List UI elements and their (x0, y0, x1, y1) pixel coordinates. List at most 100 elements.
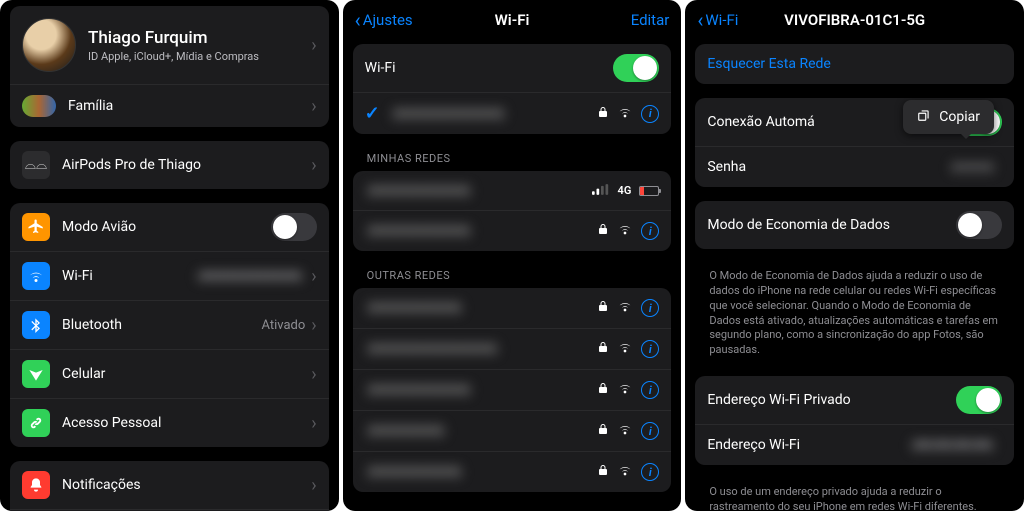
bluetooth-label: Bluetooth (62, 317, 261, 333)
family-row[interactable]: Família › (10, 85, 329, 127)
back-label: Ajustes (363, 11, 413, 29)
cellular-row[interactable]: Celular › (10, 350, 329, 399)
family-label: Família (68, 98, 311, 114)
chevron-right-icon: › (311, 475, 316, 496)
low-data-toggle[interactable] (956, 211, 1002, 239)
low-data-label: Modo de Economia de Dados (707, 217, 956, 233)
password-value: •••••••• (949, 160, 996, 175)
airplane-label: Modo Avião (62, 219, 271, 235)
airplane-toggle[interactable] (271, 213, 317, 241)
info-button[interactable]: i (641, 340, 659, 358)
forget-network-row[interactable]: Esquecer Esta Rede (695, 44, 1014, 84)
info-button[interactable]: i (641, 105, 659, 123)
back-button[interactable]: ‹ Wi-Fi (697, 8, 738, 32)
wifi-toggle-label: Wi-Fi (365, 60, 614, 76)
page-title: Wi-Fi (495, 11, 530, 29)
chevron-right-icon: › (311, 266, 316, 287)
other-network-row[interactable]: XXXXXXXX i (353, 411, 672, 452)
wifi-address-row[interactable]: Endereço Wi-Fi XX:XX:XX:XX (695, 425, 1014, 465)
wifi-signal-icon (617, 221, 633, 241)
hotspot-row[interactable]: Acesso Pessoal › (10, 399, 329, 447)
network-ssid: XXXXXXXXXX (365, 464, 465, 480)
low-data-footer: O Modo de Economia de Dados ajuda a redu… (695, 263, 1014, 362)
other-network-row[interactable]: XXXXXXXXXX i (353, 288, 672, 329)
network-ssid: XXXXXXXXXX (365, 300, 465, 316)
settings-pane: Thiago Furquim ID Apple, iCloud+, Mídia … (0, 0, 339, 511)
battery-low-icon (639, 186, 659, 196)
my-network-row[interactable]: XXXXXXXXXXX i (353, 211, 672, 251)
cellular-icon (22, 360, 50, 388)
signal-bars-icon (592, 183, 610, 199)
low-data-row: Modo de Economia de Dados (695, 201, 1014, 249)
copy-icon (917, 108, 931, 126)
private-address-row: Endereço Wi-Fi Privado (695, 376, 1014, 425)
back-button[interactable]: ‹ Ajustes (355, 8, 413, 32)
network-ssid: XXXXXXXXXXX (365, 223, 474, 239)
wifi-signal-icon (617, 462, 633, 482)
wifi-pane: ‹ Ajustes Wi-Fi Editar Wi-Fi ✓ XXXXXXXXX… (343, 0, 682, 511)
other-network-row[interactable]: XXXXXXXXXXXXXX i (353, 329, 672, 370)
bell-icon (22, 471, 50, 499)
my-networks-header: MINHAS REDES (353, 148, 672, 171)
navbar: ‹ Ajustes Wi-Fi Editar (343, 0, 682, 38)
wifi-scroll[interactable]: Wi-Fi ✓ XXXXXXXXXXXX i MINHAS REDES XXXX… (343, 38, 682, 511)
my-network-row[interactable]: XXXXXXXXXXX 4G (353, 171, 672, 211)
settings-scroll[interactable]: Thiago Furquim ID Apple, iCloud+, Mídia … (0, 0, 339, 511)
connected-network-row[interactable]: ✓ XXXXXXXXXXXX i (353, 93, 672, 134)
checkmark-icon: ✓ (365, 103, 380, 124)
airplane-mode-row[interactable]: Modo Avião (10, 203, 329, 252)
address-footer: O uso de um endereço privado ajuda a red… (695, 479, 1014, 511)
lock-icon (597, 300, 609, 316)
info-button[interactable]: i (641, 463, 659, 481)
other-network-row[interactable]: XXXXXXXXXXX i (353, 370, 672, 411)
wifi-row[interactable]: Wi-Fi XXXXXXXXXXXX › (10, 252, 329, 301)
cellular-label: Celular (62, 366, 311, 382)
password-label: Senha (707, 159, 949, 175)
notifications-row[interactable]: Notificações › (10, 461, 329, 510)
profile-sub: ID Apple, iCloud+, Mídia e Compras (88, 50, 311, 63)
airpods-row[interactable]: ⌓⌓ AirPods Pro de Thiago › (10, 141, 329, 189)
other-network-row[interactable]: XXXXXXXXXX i (353, 452, 672, 492)
chevron-right-icon: › (311, 315, 316, 336)
detail-scroll[interactable]: Esquecer Esta Rede Copiar Conexão Automá… (685, 38, 1024, 511)
info-button[interactable]: i (641, 381, 659, 399)
apple-id-row[interactable]: Thiago Furquim ID Apple, iCloud+, Mídia … (10, 6, 329, 85)
wifi-signal-icon (617, 380, 633, 400)
other-networks-header: OUTRAS REDES (353, 265, 672, 288)
navbar: ‹ Wi-Fi VIVOFIBRA-01C1-5G (685, 0, 1024, 38)
hotspot-label: Acesso Pessoal (62, 415, 311, 431)
password-row[interactable]: Senha •••••••• (695, 147, 1014, 187)
connected-ssid: XXXXXXXXXXXX (390, 106, 507, 122)
info-button[interactable]: i (641, 222, 659, 240)
cell-4g-badge: 4G (618, 184, 632, 197)
family-avatars-icon (22, 95, 56, 117)
lock-icon (597, 223, 609, 239)
wifi-toggle-row: Wi-Fi (353, 44, 672, 93)
chevron-right-icon: › (311, 155, 316, 176)
chevron-right-icon: › (311, 413, 316, 434)
edit-button[interactable]: Editar (631, 11, 670, 29)
chevron-right-icon: › (311, 364, 316, 385)
bluetooth-row[interactable]: Bluetooth Ativado › (10, 301, 329, 350)
lock-icon (597, 382, 609, 398)
network-detail-pane: ‹ Wi-Fi VIVOFIBRA-01C1-5G Esquecer Esta … (685, 0, 1024, 511)
wifi-signal-icon (617, 421, 633, 441)
wifi-signal-icon (617, 104, 633, 124)
info-button[interactable]: i (641, 299, 659, 317)
info-button[interactable]: i (641, 422, 659, 440)
wifi-toggle[interactable] (613, 54, 659, 82)
network-ssid: XXXXXXXXXXX (365, 183, 474, 199)
copy-label: Copiar (939, 109, 980, 125)
private-address-toggle[interactable] (956, 386, 1002, 414)
wifi-icon (22, 262, 50, 290)
lock-icon (597, 464, 609, 480)
copy-popover[interactable]: Copiar (903, 100, 994, 134)
network-ssid: XXXXXXXXXXXXXX (365, 341, 500, 357)
chevron-left-icon: ‹ (697, 8, 703, 32)
hotspot-icon (22, 409, 50, 437)
page-title: VIVOFIBRA-01C1-5G (784, 11, 925, 29)
wifi-label: Wi-Fi (62, 268, 195, 284)
wifi-value: XXXXXXXXXXXX (195, 269, 305, 284)
network-ssid: XXXXXXXX (365, 423, 447, 439)
profile-name: Thiago Furquim (88, 28, 311, 48)
